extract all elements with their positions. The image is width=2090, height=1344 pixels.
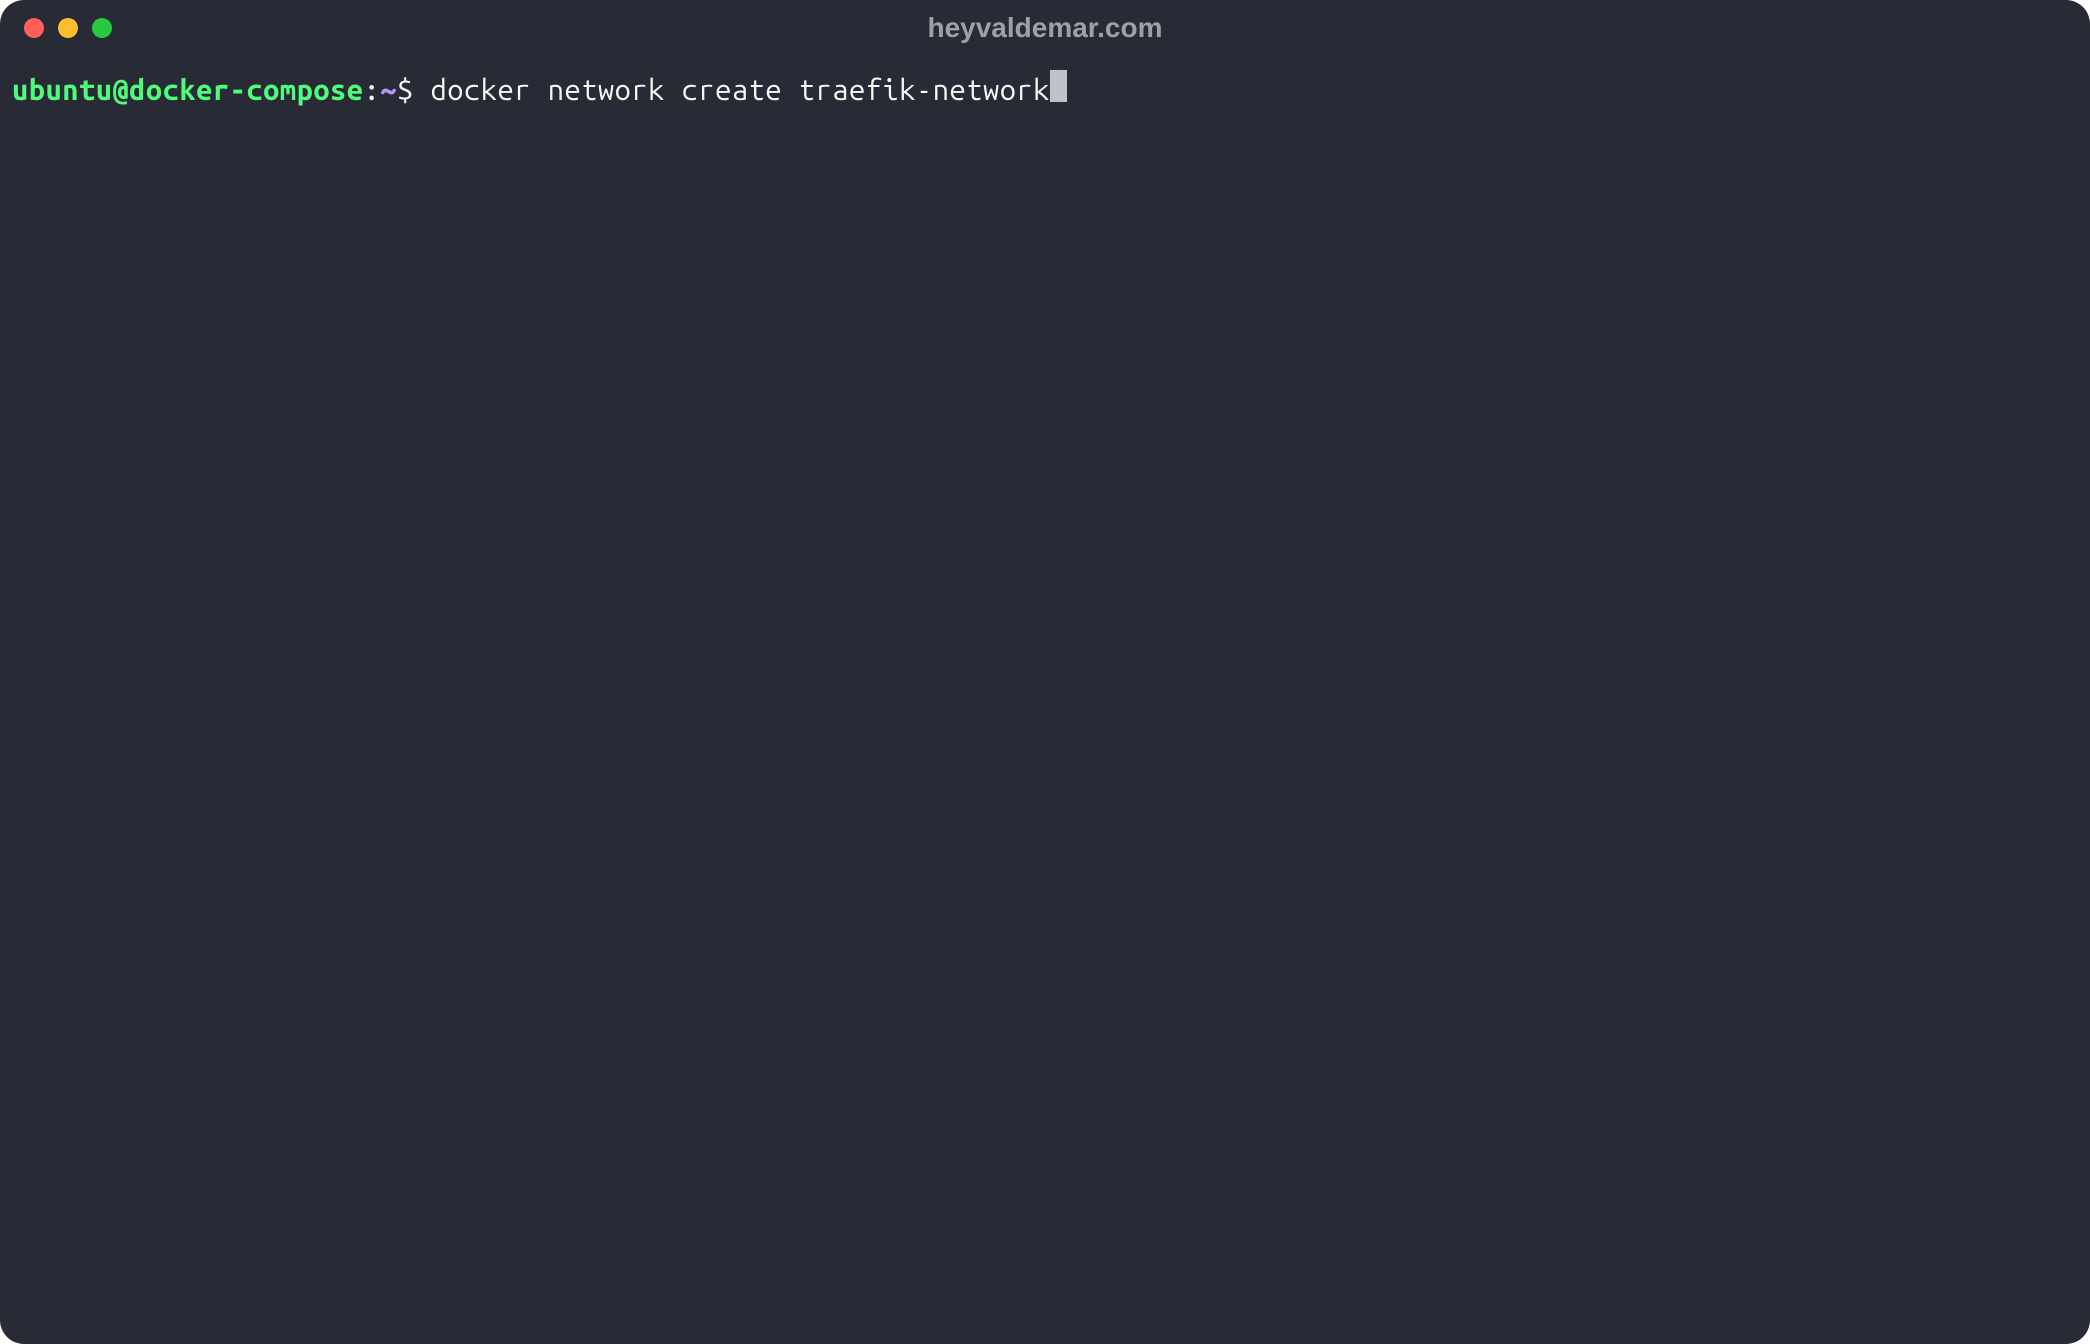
window-controls: [24, 18, 112, 38]
prompt-separator: :: [364, 70, 381, 111]
prompt-symbol: $: [397, 70, 430, 111]
title-bar: heyvaldemar.com: [0, 0, 2090, 56]
close-button[interactable]: [24, 18, 44, 38]
window-title: heyvaldemar.com: [927, 12, 1162, 44]
prompt-user-host: ubuntu@docker-compose: [12, 70, 364, 111]
terminal-body[interactable]: ubuntu@docker-compose:~$ docker network …: [0, 56, 2090, 1344]
prompt-line: ubuntu@docker-compose:~$ docker network …: [12, 70, 2078, 111]
cursor: [1050, 70, 1067, 102]
prompt-path: ~: [380, 70, 397, 111]
minimize-button[interactable]: [58, 18, 78, 38]
command-input[interactable]: docker network create traefik-network: [431, 70, 1050, 111]
terminal-window: heyvaldemar.com ubuntu@docker-compose:~$…: [0, 0, 2090, 1344]
maximize-button[interactable]: [92, 18, 112, 38]
